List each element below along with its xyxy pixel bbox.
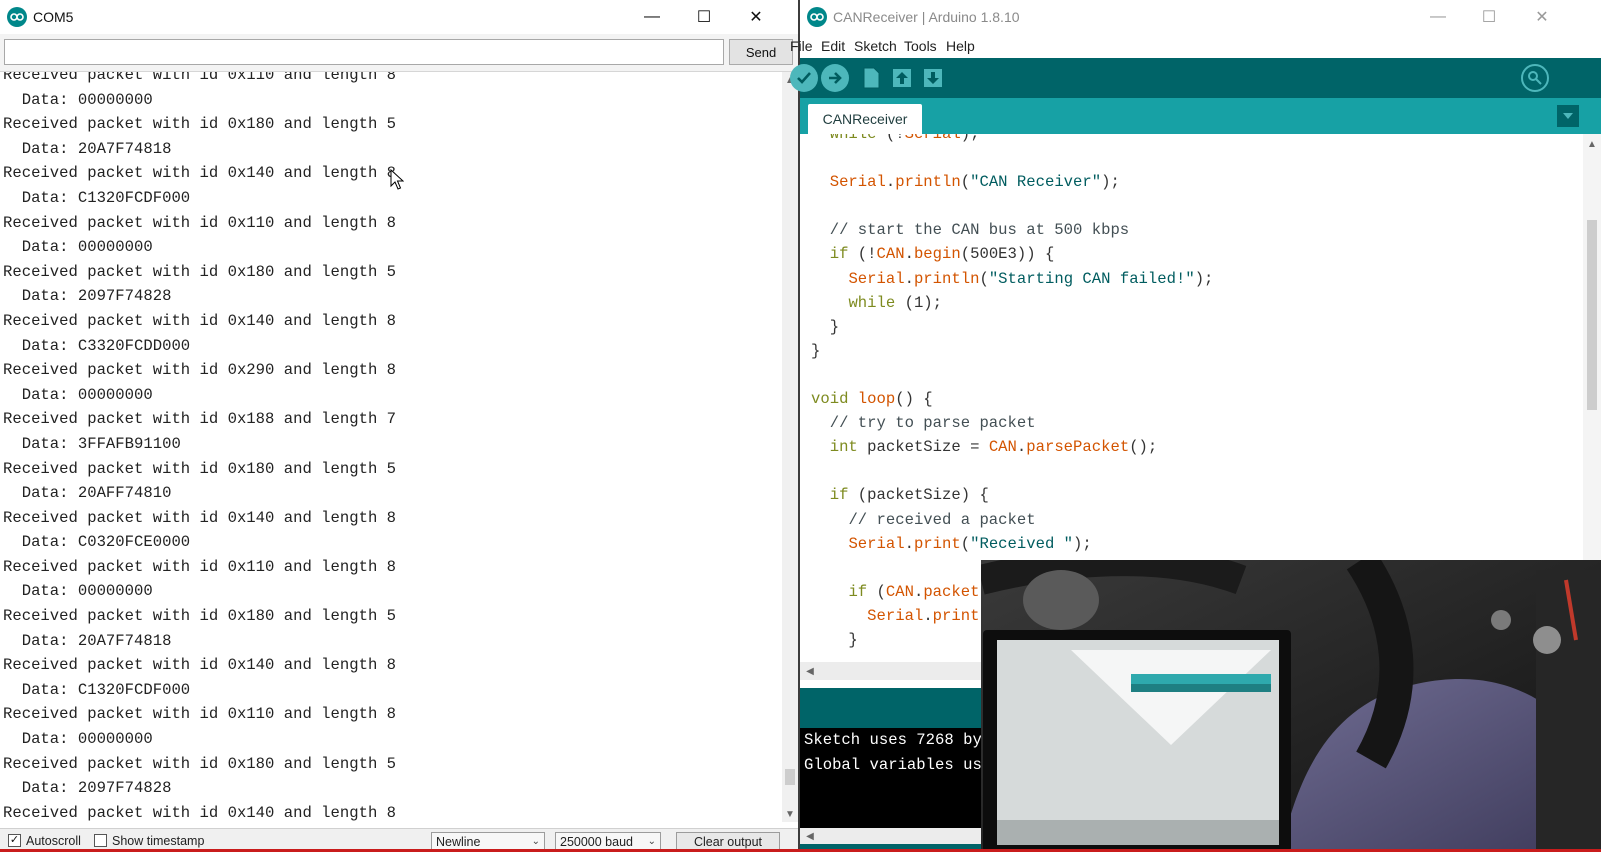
serial-output-line: Received packet with id 0x110 and length… bbox=[3, 705, 397, 724]
serial-output-line: Received packet with id 0x140 and length… bbox=[3, 311, 397, 330]
baud-rate-value: 250000 baud bbox=[560, 835, 633, 849]
serial-output-line: Data: C1320FCDF000 bbox=[3, 188, 191, 207]
serial-output-line: Received packet with id 0x140 and length… bbox=[3, 803, 397, 822]
serial-output-lines: Received packet with id 0x110 and length… bbox=[3, 72, 396, 822]
serial-output-line: Received packet with id 0x140 and length… bbox=[3, 656, 397, 675]
serial-vertical-scrollbar[interactable]: ▲ ▼ bbox=[782, 72, 798, 822]
menu-file[interactable]: File bbox=[790, 38, 813, 54]
serial-output-line: Received packet with id 0x290 and length… bbox=[3, 361, 397, 380]
close-icon[interactable]: ✕ bbox=[730, 0, 782, 34]
serial-output-line: Data: 3FFAFB91100 bbox=[3, 434, 181, 453]
serial-monitor-window: COM5 — ☐ ✕ Send Received packet with id … bbox=[0, 0, 800, 852]
autoscroll-label: Autoscroll bbox=[26, 834, 81, 848]
serial-send-input[interactable] bbox=[4, 39, 724, 65]
menu-tools[interactable]: Tools bbox=[904, 38, 937, 54]
scroll-down-icon[interactable]: ▼ bbox=[782, 806, 798, 822]
serial-output-line: Received packet with id 0x140 and length… bbox=[3, 164, 397, 183]
scroll-thumb[interactable] bbox=[1587, 220, 1597, 410]
chevron-down-icon: ⌄ bbox=[531, 836, 540, 847]
chevron-down-icon: ⌄ bbox=[647, 836, 656, 847]
close-icon[interactable]: ✕ bbox=[1516, 0, 1568, 34]
tab-row: CANReceiver bbox=[800, 98, 1601, 134]
serial-window-title: COM5 bbox=[33, 9, 74, 25]
save-sketch-icon[interactable] bbox=[920, 64, 946, 92]
serial-output-line: Received packet with id 0x140 and length… bbox=[3, 508, 397, 527]
console-line: Global variables use bbox=[804, 755, 992, 774]
timestamp-checkbox[interactable] bbox=[94, 834, 107, 847]
ide-window-title: CANReceiver | Arduino 1.8.10 bbox=[833, 9, 1020, 25]
menu-edit[interactable]: Edit bbox=[821, 38, 845, 54]
menu-bar: File Edit Sketch Tools Help bbox=[790, 34, 1601, 58]
scroll-left-icon[interactable]: ◀ bbox=[802, 663, 818, 679]
maximize-icon[interactable]: ☐ bbox=[1463, 0, 1515, 34]
scroll-up-icon[interactable]: ▲ bbox=[1584, 136, 1600, 152]
scroll-thumb[interactable] bbox=[785, 769, 795, 785]
serial-monitor-icon[interactable] bbox=[1521, 64, 1549, 92]
line-ending-value: Newline bbox=[436, 835, 481, 849]
upload-arrow-icon[interactable] bbox=[821, 64, 849, 92]
mouse-cursor-icon bbox=[390, 169, 404, 190]
serial-output-line: Data: C1320FCDF000 bbox=[3, 680, 191, 699]
serial-output-line: Data: 00000000 bbox=[3, 385, 153, 404]
serial-output-line: Received packet with id 0x188 and length… bbox=[3, 410, 397, 429]
serial-output: Received packet with id 0x110 and length… bbox=[0, 72, 782, 822]
open-sketch-icon[interactable] bbox=[889, 64, 915, 92]
serial-output-line: Data: 20AFF74810 bbox=[3, 484, 172, 503]
arduino-logo-icon bbox=[807, 7, 827, 27]
serial-output-line: Received packet with id 0x180 and length… bbox=[3, 607, 397, 626]
send-button[interactable]: Send bbox=[729, 39, 793, 65]
arduino-logo-icon bbox=[7, 7, 27, 27]
minimize-icon[interactable]: — bbox=[626, 0, 678, 34]
new-sketch-icon[interactable] bbox=[858, 64, 884, 92]
menu-help[interactable]: Help bbox=[946, 38, 975, 54]
menu-sketch[interactable]: Sketch bbox=[854, 38, 897, 54]
serial-output-line: Received packet with id 0x110 and length… bbox=[3, 213, 397, 232]
ide-titlebar: CANReceiver | Arduino 1.8.10 — ☐ ✕ bbox=[800, 0, 1601, 34]
serial-output-line: Data: 00000000 bbox=[3, 730, 153, 749]
serial-output-line: Received packet with id 0x180 and length… bbox=[3, 262, 397, 281]
ide-toolbar bbox=[790, 58, 1601, 98]
camera-overlay-video bbox=[981, 560, 1601, 852]
serial-output-line: Data: 20A7F74818 bbox=[3, 631, 172, 650]
serial-output-line: Received packet with id 0x180 and length… bbox=[3, 754, 397, 773]
tab-canreceiver[interactable]: CANReceiver bbox=[808, 104, 922, 134]
serial-output-line: Data: 00000000 bbox=[3, 582, 153, 601]
timestamp-label: Show timestamp bbox=[112, 834, 205, 848]
serial-output-line: Received packet with id 0x110 and length… bbox=[3, 72, 397, 84]
serial-output-line: Received packet with id 0x180 and length… bbox=[3, 115, 397, 134]
serial-output-line: Data: C0320FCE0000 bbox=[3, 533, 191, 552]
autoscroll-checkbox[interactable]: ✓ bbox=[8, 834, 21, 847]
serial-output-line: Received packet with id 0x110 and length… bbox=[3, 557, 397, 576]
send-row: Send bbox=[0, 34, 798, 72]
maximize-icon[interactable]: ☐ bbox=[678, 0, 730, 34]
serial-output-line: Data: 20A7F74818 bbox=[3, 139, 172, 158]
serial-output-line: Data: 2097F74828 bbox=[3, 779, 172, 798]
serial-output-line: Data: 00000000 bbox=[3, 90, 153, 109]
serial-output-line: Received packet with id 0x180 and length… bbox=[3, 459, 397, 478]
serial-titlebar: COM5 — ☐ ✕ bbox=[0, 0, 798, 34]
serial-output-line: Data: 2097F74828 bbox=[3, 287, 172, 306]
serial-output-line: Data: C3320FCDD000 bbox=[3, 336, 191, 355]
verify-icon[interactable] bbox=[790, 64, 818, 92]
console-line: Sketch uses 7268 bytes bbox=[804, 731, 1010, 749]
minimize-icon[interactable]: — bbox=[1412, 0, 1464, 34]
scroll-left-icon[interactable]: ◀ bbox=[802, 828, 818, 844]
console-output: Sketch uses 7268 bytes Global variables u… bbox=[804, 728, 1010, 777]
serial-output-line: Data: 00000000 bbox=[3, 238, 153, 257]
tab-menu-chevron-down-icon[interactable] bbox=[1557, 105, 1579, 127]
